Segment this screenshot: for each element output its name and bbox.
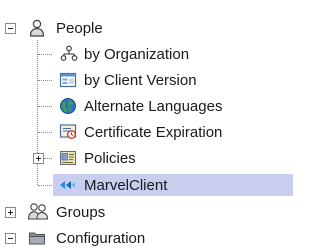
tree-node-certificate-expiration[interactable]: Certificate Expiration: [0, 119, 293, 145]
marvelclient-icon: [60, 181, 75, 189]
policies-icon: [60, 151, 76, 165]
tree-node-label: Certificate Expiration: [84, 124, 223, 141]
navigation-tree: People by Organization by Client Version…: [0, 0, 293, 250]
tree-node-policies[interactable]: Policies: [0, 145, 293, 171]
expand-toggle[interactable]: [33, 153, 44, 164]
people-icon: [29, 19, 45, 37]
tree-node-configuration[interactable]: Configuration: [0, 225, 293, 251]
tree-node-alternate-languages[interactable]: Alternate Languages: [0, 93, 293, 119]
tree-node-label: People: [56, 20, 103, 37]
certificate-icon: [59, 124, 77, 139]
collapse-toggle[interactable]: [5, 23, 16, 34]
tree-node-marvelclient[interactable]: MarvelClient: [0, 172, 293, 198]
tree-node-label: Groups: [56, 204, 106, 221]
tree-node-label: Policies: [84, 150, 136, 167]
tree-node-label: by Client Version: [84, 72, 197, 89]
tree-node-label: Alternate Languages: [84, 98, 223, 115]
folder-icon: [29, 232, 45, 245]
tree-node-label: by Organization: [84, 46, 190, 63]
collapse-toggle[interactable]: [5, 233, 16, 244]
tree-node-by-client-version[interactable]: by Client Version: [0, 67, 293, 93]
globe-icon: [60, 98, 76, 114]
tree-node-people[interactable]: People: [0, 16, 293, 42]
organization-icon: [60, 45, 78, 61]
tree-node-label: MarvelClient: [84, 177, 168, 194]
client-version-icon: [59, 72, 77, 88]
tree-node-by-organization[interactable]: by Organization: [0, 41, 293, 67]
tree-node-groups[interactable]: Groups: [0, 199, 293, 225]
tree-node-label: Configuration: [56, 230, 146, 247]
groups-icon: [27, 203, 49, 220]
expand-toggle[interactable]: [5, 207, 16, 218]
